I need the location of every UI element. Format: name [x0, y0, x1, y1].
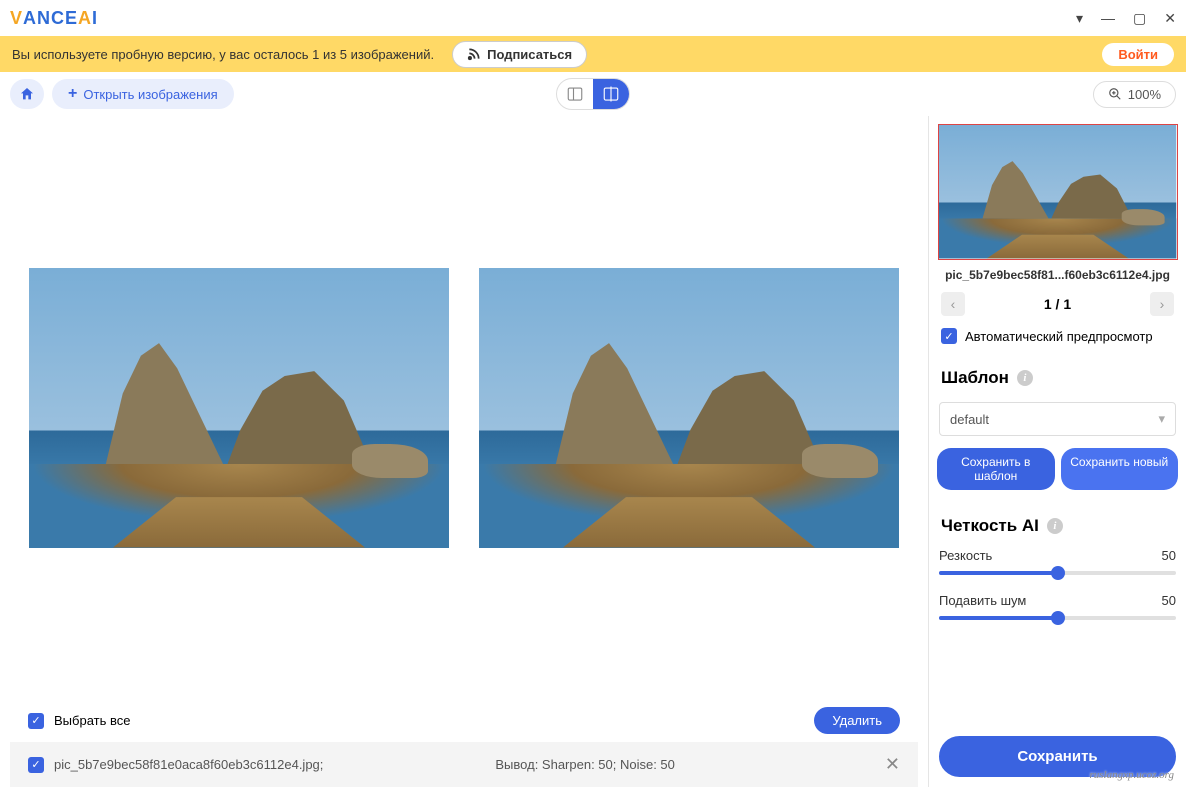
login-button[interactable]: Войти	[1102, 43, 1174, 66]
auto-preview-label: Автоматический предпросмотр	[965, 329, 1153, 344]
open-images-button[interactable]: + Открыть изображения	[52, 79, 234, 109]
menu-icon[interactable]: ▾	[1076, 10, 1083, 27]
noise-slider-row: Подавить шум 50	[937, 589, 1178, 634]
noise-slider[interactable]	[939, 616, 1176, 620]
select-all-label: Выбрать все	[54, 713, 130, 728]
auto-preview-checkbox[interactable]: ✓	[941, 328, 957, 344]
clarity-section-title: Четкость AI i	[937, 508, 1178, 544]
delete-button[interactable]: Удалить	[814, 707, 900, 734]
settings-sidebar: pic_5b7e9bec58f81...f60eb3c6112e4.jpg ‹ …	[928, 116, 1186, 787]
template-select[interactable]: default ▾	[939, 402, 1176, 436]
pager-next-button[interactable]: ›	[1150, 292, 1174, 316]
save-to-template-button[interactable]: Сохранить в шаблон	[937, 448, 1055, 490]
view-compare-button[interactable]	[593, 79, 629, 109]
home-icon	[19, 86, 35, 102]
remove-file-icon[interactable]: ✕	[885, 754, 900, 775]
save-new-template-button[interactable]: Сохранить новый	[1061, 448, 1179, 490]
file-list-header: ✓ Выбрать все Удалить	[10, 699, 918, 742]
pager-text: 1 / 1	[1044, 296, 1071, 312]
home-button[interactable]	[10, 79, 44, 109]
sharpness-slider-row: Резкость 50	[937, 544, 1178, 589]
auto-preview-row: ✓ Автоматический предпросмотр	[937, 318, 1178, 360]
rss-icon	[467, 47, 481, 61]
close-icon[interactable]: ✕	[1164, 10, 1176, 27]
template-buttons: Сохранить в шаблон Сохранить новый	[937, 442, 1178, 508]
pager-prev-button[interactable]: ‹	[941, 292, 965, 316]
titlebar: VANCEAI ▾ — ▢ ✕	[0, 0, 1186, 36]
chevron-down-icon: ▾	[1158, 411, 1165, 427]
main-toolbar: + Открыть изображения 100%	[0, 72, 1186, 116]
file-row: ✓ pic_5b7e9bec58f81e0aca8f60eb3c6112e4.j…	[10, 742, 918, 787]
zoom-control[interactable]: 100%	[1093, 81, 1176, 108]
file-name: pic_5b7e9bec58f81e0aca8f60eb3c6112e4.jpg…	[54, 757, 323, 772]
compare-icon	[602, 85, 620, 103]
thumbnail-filename: pic_5b7e9bec58f81...f60eb3c6112e4.jpg	[937, 260, 1178, 290]
noise-label: Подавить шум	[939, 593, 1026, 608]
zoom-in-icon	[1108, 87, 1122, 101]
plus-icon: +	[68, 85, 77, 103]
main-area: ✓ Выбрать все Удалить ✓ pic_5b7e9bec58f8…	[0, 116, 1186, 787]
view-single-button[interactable]	[557, 79, 593, 109]
workspace: ✓ Выбрать все Удалить ✓ pic_5b7e9bec58f8…	[0, 116, 928, 787]
preview-processed	[479, 268, 899, 548]
template-section-title: Шаблон i	[937, 360, 1178, 396]
pager: ‹ 1 / 1 ›	[937, 290, 1178, 318]
noise-value: 50	[1162, 593, 1176, 608]
info-icon[interactable]: i	[1047, 518, 1063, 534]
select-all-checkbox[interactable]: ✓	[28, 713, 44, 729]
trial-banner: Вы используете пробную версию, у вас ост…	[0, 36, 1186, 72]
preview-area	[10, 116, 918, 699]
trial-message: Вы используете пробную версию, у вас ост…	[12, 47, 434, 62]
view-mode-toggle	[556, 78, 630, 110]
info-icon[interactable]: i	[1017, 370, 1033, 386]
minimize-icon[interactable]: —	[1101, 10, 1115, 26]
sharpness-label: Резкость	[939, 548, 992, 563]
subscribe-button[interactable]: Подписаться	[452, 41, 587, 68]
maximize-icon[interactable]: ▢	[1133, 10, 1146, 27]
sharpness-value: 50	[1162, 548, 1176, 563]
file-checkbox[interactable]: ✓	[28, 757, 44, 773]
sidebar-scroll: pic_5b7e9bec58f81...f60eb3c6112e4.jpg ‹ …	[929, 116, 1186, 726]
preview-original	[29, 268, 449, 548]
window-controls: ▾ — ▢ ✕	[1076, 10, 1176, 27]
sharpness-slider[interactable]	[939, 571, 1176, 575]
split-vertical-icon	[566, 85, 584, 103]
file-output-settings: Вывод: Sharpen: 50; Noise: 50	[495, 757, 675, 772]
thumbnail[interactable]	[938, 124, 1178, 260]
app-logo: VANCEAI	[10, 8, 98, 29]
watermark: ruslangxp.ucoz.org	[1089, 769, 1174, 781]
